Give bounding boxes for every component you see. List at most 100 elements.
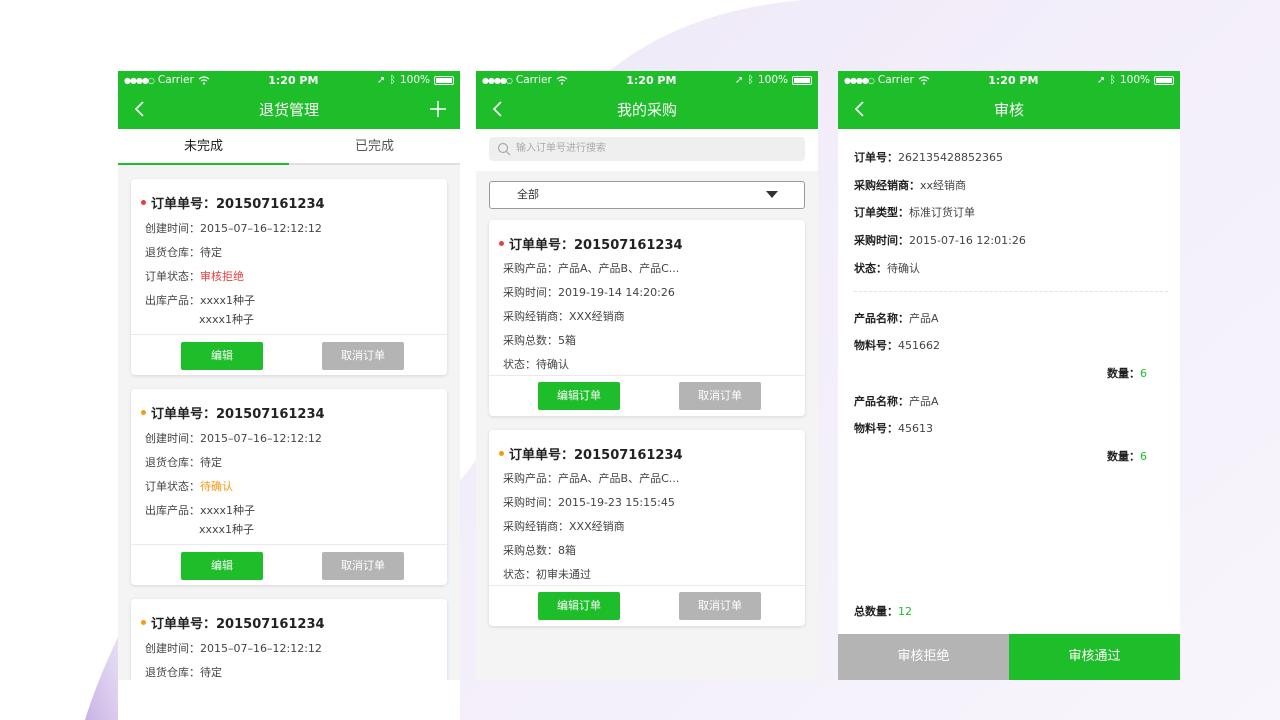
return-order-card[interactable]: 订单单号：201507161234 创建时间：2015–07–16–12:12:… [131,179,447,375]
total-quantity-label: 总数量： [854,605,898,618]
back-chevron-icon[interactable] [130,97,150,121]
created-value: 2015–07–16–12:12:12 [200,432,322,445]
tab-completed[interactable]: 已完成 [289,129,460,163]
products-row: 出库产品：xxxx1种子 [145,502,255,518]
purchase-order-card[interactable]: 订单单号：201507161234 采购产品：产品A、产品B、产品C... 采购… [489,220,805,416]
order-title: 订单单号：201507161234 [499,234,683,253]
signal-icon: ●●●●○ [482,75,513,85]
filter-value: 全部 [517,188,539,201]
cancel-order-button[interactable]: 取消订单 [322,552,404,580]
purchase-time-row: 采购时间：2015-07-16 12:01:26 [854,232,1026,248]
back-chevron-icon[interactable] [850,97,870,121]
return-order-card[interactable]: 订单单号：201507161234 创建时间：2015–07–16–12:12:… [131,599,447,680]
reject-button[interactable]: 审核拒绝 [838,634,1009,680]
search-placeholder: 输入订单号进行搜索 [516,143,606,154]
order-number: 201507161234 [216,407,325,422]
edit-button[interactable]: 编辑 [181,342,263,370]
signal-icon: ●●●●○ [844,75,875,85]
edit-order-button[interactable]: 编辑订单 [538,382,620,410]
created-label: 创建时间： [145,432,200,445]
screen-audit: ●●●●○ Carrier 1:20 PM ➚ ᛒ 100% 审核 订单号：26213… [838,71,1180,680]
purchase-time-row: 采购时间：2019-19-14 14:20:26 [503,286,675,299]
purchase-time-label: 采购时间： [854,234,909,247]
dealer-label: 采购经销商： [854,179,920,192]
return-order-card[interactable]: 订单单号：201507161234 创建时间：2015–07–16–12:12:… [131,389,447,585]
nav-bar: 审核 [838,89,1180,129]
edit-button[interactable]: 编辑 [181,552,263,580]
order-no-label: 订单号： [854,151,898,164]
wifi-icon [918,75,930,85]
products-label: 出库产品： [145,504,200,517]
created-value: 2015–07–16–12:12:12 [200,222,322,235]
status-dot-icon [141,410,146,415]
total-quantity-value: 12 [898,605,912,618]
cancel-order-button[interactable]: 取消订单 [679,382,761,410]
search-input[interactable]: 输入订单号进行搜索 [489,137,805,161]
status-value: 待确认 [200,480,233,493]
status-row: 订单状态：审核拒绝 [145,268,244,284]
product-item: xxxx1种子 [200,504,256,517]
status-dot-icon [499,241,504,246]
material-no-label: 物料号： [854,422,898,435]
order-number: 201507161234 [574,238,683,253]
status-time: 1:20 PM [988,73,1039,87]
back-chevron-icon[interactable] [488,97,508,121]
status-time: 1:20 PM [268,73,319,87]
order-title: 订单单号：201507161234 [141,613,325,632]
add-icon[interactable] [428,98,448,120]
order-type-value: 标准订货订单 [909,206,975,219]
status-dot-icon [141,200,146,205]
status-bar: ●●●●○ Carrier 1:20 PM ➚ ᛒ 100% [476,71,818,89]
order-label: 订单单号： [509,238,575,253]
warehouse-row: 退货仓库：待定 [145,244,222,260]
edit-order-button[interactable]: 编辑订单 [538,592,620,620]
status-dot-icon [141,620,146,625]
quantity-value: 6 [1140,367,1147,380]
tab-bar: 未完成 已完成 [118,129,460,165]
status-bar: ●●●●○ Carrier 1:20 PM ➚ ᛒ 100% [838,71,1180,89]
product-item: xxxx1种子 [200,294,256,307]
warehouse-label: 退货仓库： [145,246,200,259]
material-no-value: 451662 [898,339,940,352]
cancel-order-button[interactable]: 取消订单 [322,342,404,370]
divider [489,585,805,586]
signal-icon: ●●●●○ [124,75,155,85]
warehouse-label: 退货仓库： [145,456,200,469]
dealer-row: 采购经销商：XXX经销商 [503,520,625,533]
battery-percent: 100% [1119,74,1150,86]
status-label: 状态： [854,262,887,275]
order-number: 201507161234 [574,448,683,463]
carrier-label: Carrier [877,74,914,86]
status-row: 状态：待确认 [503,358,569,371]
warehouse-value: 待定 [200,246,222,259]
order-label: 订单单号： [509,448,575,463]
created-row: 创建时间：2015–07–16–12:12:12 [145,640,322,656]
battery-icon [792,75,812,85]
battery-icon [1154,75,1174,85]
cancel-order-button[interactable]: 取消订单 [679,592,761,620]
order-number: 201507161234 [216,617,325,632]
location-icon: ➚ [1096,74,1106,86]
screen-return-management: ●●●●○ Carrier 1:20 PM ➚ ᛒ 100% 退货管理 未完成 已完成… [118,71,460,680]
total-row: 采购总数：5箱 [503,334,576,347]
bluetooth-icon: ᛒ [389,74,396,86]
caret-down-icon [766,191,778,198]
purchase-order-card[interactable]: 订单单号：201507161234 采购产品：产品A、产品B、产品C... 采购… [489,430,805,626]
product-name-value: 产品A [909,312,939,325]
location-icon: ➚ [376,74,386,86]
tab-incomplete[interactable]: 未完成 [118,129,289,165]
warehouse-value: 待定 [200,666,222,679]
status-bar: ●●●●○ Carrier 1:20 PM ➚ ᛒ 100% [118,71,460,89]
screen-my-purchases: ●●●●○ Carrier 1:20 PM ➚ ᛒ 100% 我的采购 输入订单号进行… [476,71,818,680]
products-label: 出库产品： [145,294,200,307]
dashed-divider [854,291,1168,292]
approve-button[interactable]: 审核通过 [1009,634,1180,680]
material-no-row: 物料号：45613 [854,420,933,436]
status-row: 状态：待确认 [854,260,920,276]
created-value: 2015–07–16–12:12:12 [200,642,322,655]
filter-select[interactable]: 全部 [489,181,805,209]
order-type-label: 订单类型： [854,206,909,219]
product-name-label: 产品名称： [854,312,909,325]
status-time: 1:20 PM [626,73,677,87]
order-label: 订单单号： [151,617,217,632]
